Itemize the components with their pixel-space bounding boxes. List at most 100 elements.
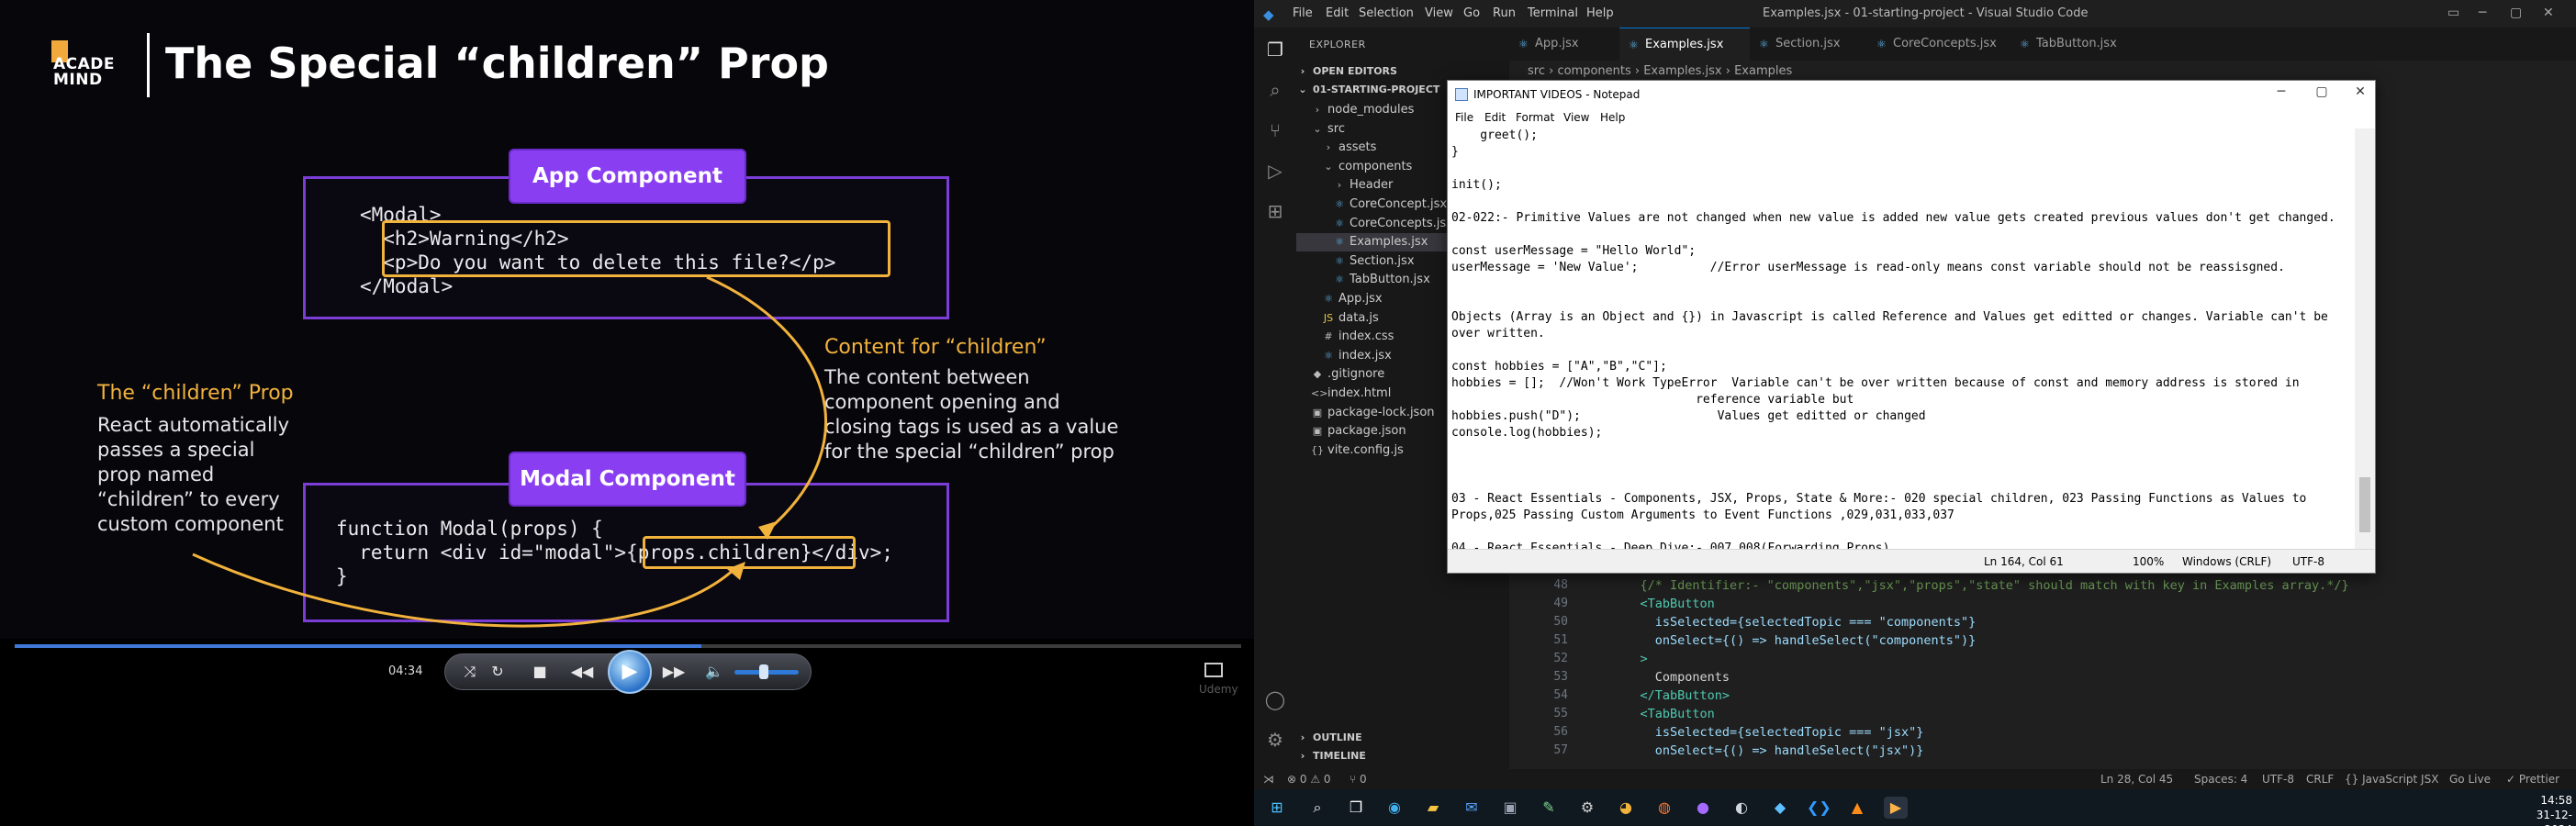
annotation-arrows	[192, 275, 828, 628]
menu-help[interactable]: Help	[1586, 6, 1614, 20]
remote-icon[interactable]: ⋊	[1263, 769, 1274, 789]
close-icon[interactable]: ✕	[2543, 6, 2554, 20]
cursor-position[interactable]: Ln 28, Col 45	[2100, 769, 2173, 789]
stop-icon[interactable]: ■	[529, 659, 551, 685]
open-editors-section[interactable]: › OPEN EDITORS	[1296, 62, 1509, 81]
notepad-menu-view[interactable]: View	[1563, 111, 1589, 124]
notepad-text-area[interactable]: greet();} init(); 02-022:- Primitive Value…	[1451, 128, 2353, 549]
volume-icon[interactable]: 🔈	[703, 659, 725, 685]
run-debug-icon[interactable]: ▷	[1264, 160, 1286, 182]
prettier-status[interactable]: ✓ Prettier	[2506, 769, 2559, 789]
encoding-status[interactable]: UTF-8	[2262, 769, 2294, 789]
notepad-line: userMessage = 'New Value'; //Error userM…	[1451, 261, 2285, 274]
tab-app-jsx[interactable]: ⚛ App.jsx	[1509, 28, 1619, 61]
menu-selection[interactable]: Selection	[1359, 6, 1414, 20]
code-line[interactable]: </TabButton>	[1610, 688, 1730, 703]
fast-forward-icon[interactable]: ▶▶	[655, 659, 692, 685]
code-line[interactable]: onSelect={() => handleSelect("components…	[1610, 633, 1977, 648]
file-tree-label: index.jsx	[1338, 348, 1392, 363]
file-explorer-icon[interactable]: ▰	[1421, 797, 1445, 819]
code-line[interactable]: onSelect={() => handleSelect("jsx")}	[1610, 743, 1924, 758]
task-view-icon[interactable]: ❒	[1344, 797, 1368, 819]
menu-view[interactable]: View	[1425, 6, 1453, 20]
explorer-icon[interactable]: ❐	[1264, 39, 1286, 61]
vlc-icon[interactable]: ▲	[1845, 797, 1869, 819]
line-number: 57	[1553, 743, 1568, 757]
code-line[interactable]: <TabButton	[1610, 597, 1715, 611]
menu-edit[interactable]: Edit	[1326, 6, 1349, 20]
code-line[interactable]: Components	[1610, 670, 1730, 685]
notepad-scroll-thumb[interactable]	[2359, 477, 2370, 532]
language-mode[interactable]: {} JavaScript JSX	[2345, 769, 2438, 789]
tab-coreconcepts-jsx[interactable]: ⚛ CoreConcepts.jsx	[1867, 28, 2010, 61]
play-icon[interactable]: ▶	[608, 650, 652, 694]
ports-status[interactable]: ⑂ 0	[1350, 769, 1367, 789]
tab-section-jsx[interactable]: ⚛ Section.jsx	[1750, 28, 1867, 61]
notepad-menu-help[interactable]: Help	[1600, 111, 1625, 124]
code-line[interactable]: <TabButton	[1610, 707, 1715, 721]
menu-run[interactable]: Run	[1493, 6, 1516, 20]
layout-icon[interactable]: ▭	[2447, 6, 2459, 20]
seek-bar[interactable]	[15, 644, 1241, 648]
account-icon[interactable]: ◯	[1264, 688, 1286, 710]
timeline-section[interactable]: › TIMELINE	[1296, 747, 1509, 765]
menu-go[interactable]: Go	[1463, 6, 1480, 20]
arrow-children-prop	[192, 553, 736, 628]
indentation-status[interactable]: Spaces: 4	[2194, 769, 2247, 789]
notepad-scrollbar[interactable]	[2355, 128, 2375, 549]
media-player-taskbar-icon[interactable]: ▶	[1884, 797, 1908, 819]
notepad-menu-file[interactable]: File	[1455, 111, 1473, 124]
line-number: 49	[1553, 597, 1568, 610]
notepad-minimize-icon[interactable]: ─	[2270, 84, 2292, 99]
problems-status[interactable]: ⊗ 0 ⚠ 0	[1287, 769, 1331, 789]
source-control-icon[interactable]: ⑂	[1264, 119, 1286, 141]
file-type-icon: ▣	[1312, 406, 1323, 419]
shuffle-icon[interactable]: ⤨	[459, 659, 481, 685]
mail-icon[interactable]: ✉	[1460, 797, 1484, 819]
notepad-line: hobbies = []; //Won't Work TypeError Var…	[1451, 376, 2300, 390]
file-tree-label: App.jsx	[1338, 292, 1383, 306]
code-line[interactable]: {/* Identifier:- "components","jsx","pro…	[1610, 578, 2349, 593]
arrow-head	[727, 562, 745, 580]
chrome-icon[interactable]: ◕	[1614, 797, 1638, 819]
system-clock[interactable]: 14:58 31-12-2024	[2517, 793, 2572, 826]
code-line[interactable]: >	[1610, 652, 1648, 666]
code-line[interactable]: isSelected={selectedTopic === "jsx"}	[1610, 725, 1924, 740]
maximize-icon[interactable]: ▢	[2510, 6, 2522, 20]
go-live-button[interactable]: Go Live	[2449, 769, 2491, 789]
notepad-maximize-icon[interactable]: ▢	[2311, 84, 2333, 99]
settings-taskbar-icon[interactable]: ⚙	[1575, 797, 1599, 819]
firefox-icon[interactable]: ◍	[1652, 797, 1676, 819]
video-slide: ACADE MIND The Special “children” Prop A…	[0, 0, 1254, 642]
tab-tabbutton-jsx[interactable]: ⚛ TabButton.jsx	[2010, 28, 2139, 61]
eol-status[interactable]: CRLF	[2306, 769, 2334, 789]
breadcrumb[interactable]: src › components › Examples.jsx › Exampl…	[1528, 64, 1792, 78]
notepad-line: console.log(hobbies);	[1451, 426, 1603, 440]
repeat-icon[interactable]: ↻	[487, 659, 509, 685]
app-icon[interactable]: ◆	[1768, 797, 1792, 819]
code-line[interactable]: isSelected={selectedTopic === "component…	[1610, 615, 1977, 630]
settings-gear-icon[interactable]: ⚙	[1264, 729, 1286, 751]
notepad-titlebar: IMPORTANT VIDEOS - Notepad ─ ▢ ✕	[1448, 81, 2375, 108]
tab-examples-jsx[interactable]: ⚛ Examples.jsx	[1619, 28, 1750, 61]
app-icon[interactable]: ▣	[1498, 797, 1522, 819]
search-icon[interactable]: ⌕	[1264, 79, 1286, 101]
extensions-icon[interactable]: ⊞	[1264, 200, 1286, 222]
app-icon[interactable]: ◐	[1730, 797, 1753, 819]
minimize-icon[interactable]: ─	[2479, 6, 2486, 20]
notepad-taskbar-icon[interactable]: ✎	[1537, 797, 1561, 819]
start-menu-icon[interactable]: ⊞	[1265, 797, 1289, 819]
browser-icon[interactable]: ●	[1691, 797, 1715, 819]
rewind-icon[interactable]: ◀◀	[564, 659, 600, 685]
menu-file[interactable]: File	[1293, 6, 1313, 20]
notepad-menu-format[interactable]: Format	[1516, 111, 1554, 124]
notepad-menu-edit[interactable]: Edit	[1484, 111, 1506, 124]
fullscreen-icon[interactable]	[1204, 663, 1223, 677]
edge-browser-icon[interactable]: ◉	[1383, 797, 1406, 819]
outline-section[interactable]: › OUTLINE	[1296, 729, 1509, 747]
volume-handle[interactable]	[758, 664, 768, 679]
vscode-taskbar-icon[interactable]: ❮❯	[1807, 797, 1831, 819]
search-icon[interactable]: ⌕	[1305, 797, 1329, 819]
menu-terminal[interactable]: Terminal	[1528, 6, 1578, 20]
notepad-close-icon[interactable]: ✕	[2349, 84, 2371, 99]
